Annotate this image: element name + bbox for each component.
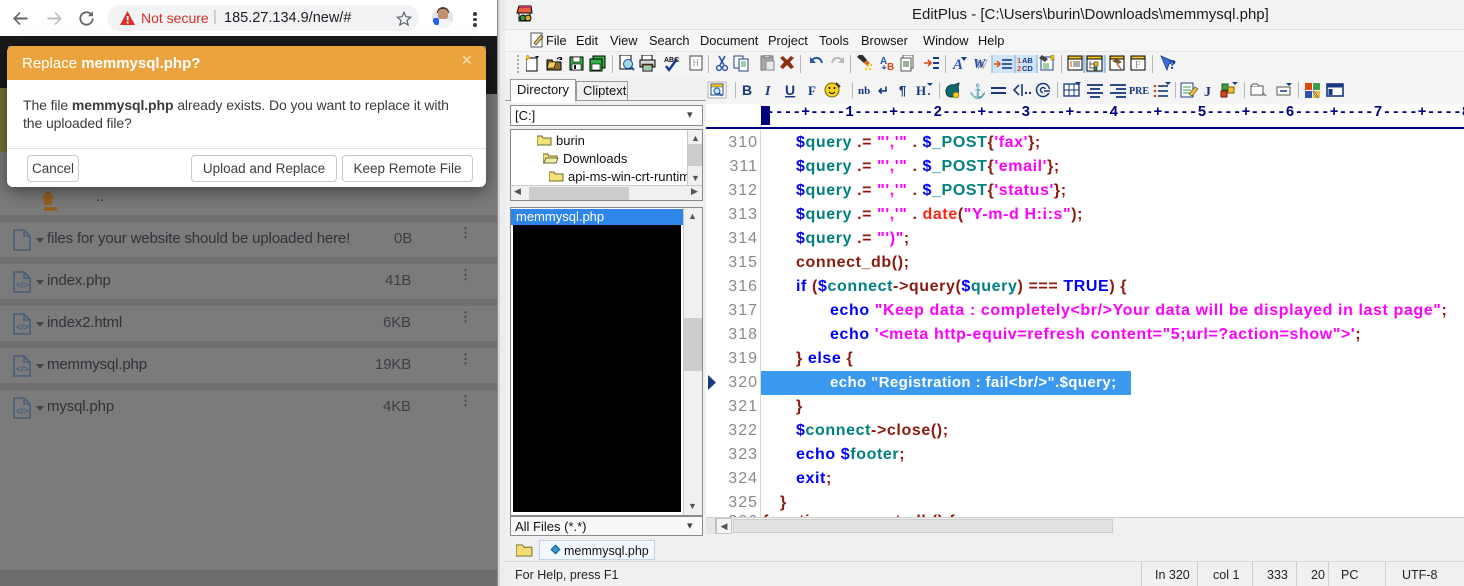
svg-text:PRE: PRE xyxy=(1129,86,1149,97)
svg-text:F: F xyxy=(1135,60,1141,71)
svg-text:F: F xyxy=(808,83,816,98)
svg-text:W: W xyxy=(973,57,987,72)
svg-text:nb: nb xyxy=(858,85,870,97)
svg-text:</>: </> xyxy=(16,406,29,416)
svg-text:H: H xyxy=(916,83,926,98)
svg-text:H: H xyxy=(693,58,700,68)
svg-text:B: B xyxy=(887,62,894,73)
svg-text:</>: </> xyxy=(16,322,29,332)
svg-text:CD: CD xyxy=(1022,64,1033,73)
svg-text:↵: ↵ xyxy=(878,83,889,98)
svg-text:J: J xyxy=(1204,85,1211,100)
svg-text:U: U xyxy=(785,82,795,98)
svg-text:2: 2 xyxy=(1017,64,1021,73)
svg-text:I: I xyxy=(764,84,771,99)
svg-text:¶: ¶ xyxy=(899,83,906,98)
svg-text:</>: </> xyxy=(16,280,29,290)
svg-text:⚓: ⚓ xyxy=(969,83,986,100)
svg-text:B: B xyxy=(742,82,752,98)
svg-text:?: ? xyxy=(1169,58,1176,73)
svg-text:A: A xyxy=(952,57,963,73)
svg-text:</>: </> xyxy=(16,364,29,374)
